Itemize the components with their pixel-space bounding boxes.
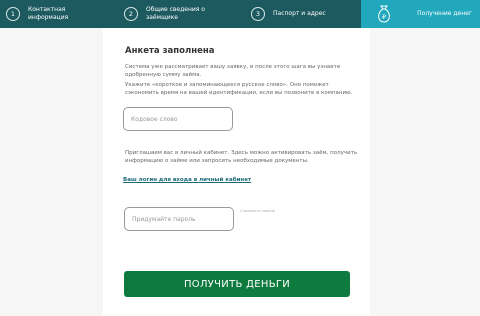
get-money-button[interactable]: ПОЛУЧИТЬ ДЕНЬГИ: [124, 271, 350, 297]
codeword-instructions: Укажите «короткое и запоминающееся русск…: [125, 82, 353, 96]
codeword-input[interactable]: Кодовое слово: [123, 107, 233, 131]
password-placeholder: Придумайте пароль: [132, 215, 196, 223]
step-get-money: ₽ Получение денег: [361, 0, 480, 28]
progress-stepper: 1 Контактная информация 2 Общие сведения…: [0, 0, 480, 28]
step-number: 1: [6, 7, 20, 21]
form-title: Анкета заполнена: [125, 46, 215, 56]
cabinet-login-link[interactable]: Ваш логин для входа в личный кабинет: [123, 177, 251, 183]
step-number: 2: [124, 7, 138, 21]
password-input[interactable]: Придумайте пароль: [124, 207, 234, 231]
step-label: Контактная информация: [28, 6, 69, 21]
step-number: 3: [251, 7, 265, 21]
svg-text:₽: ₽: [382, 14, 386, 21]
step-label: Общие сведения о заёмщике: [146, 6, 205, 21]
codeword-placeholder: Кодовое слово: [131, 115, 178, 123]
password-strength-label: Сложность пароля: [240, 209, 275, 213]
step-contact-info: 1 Контактная информация: [0, 0, 118, 28]
intro-text: Система уже рассматривает вашу заявку, и…: [125, 64, 341, 78]
cabinet-invitation-text: Приглашаем вас в личный кабинет. Здесь м…: [125, 150, 358, 164]
step-label: Паспорт и адрес: [273, 10, 326, 17]
step-passport-address: 3 Паспорт и адрес: [241, 0, 361, 28]
step-borrower-info: 2 Общие сведения о заёмщике: [118, 0, 241, 28]
step-label: Получение денег: [417, 10, 472, 17]
money-bag-icon: ₽: [378, 5, 390, 23]
